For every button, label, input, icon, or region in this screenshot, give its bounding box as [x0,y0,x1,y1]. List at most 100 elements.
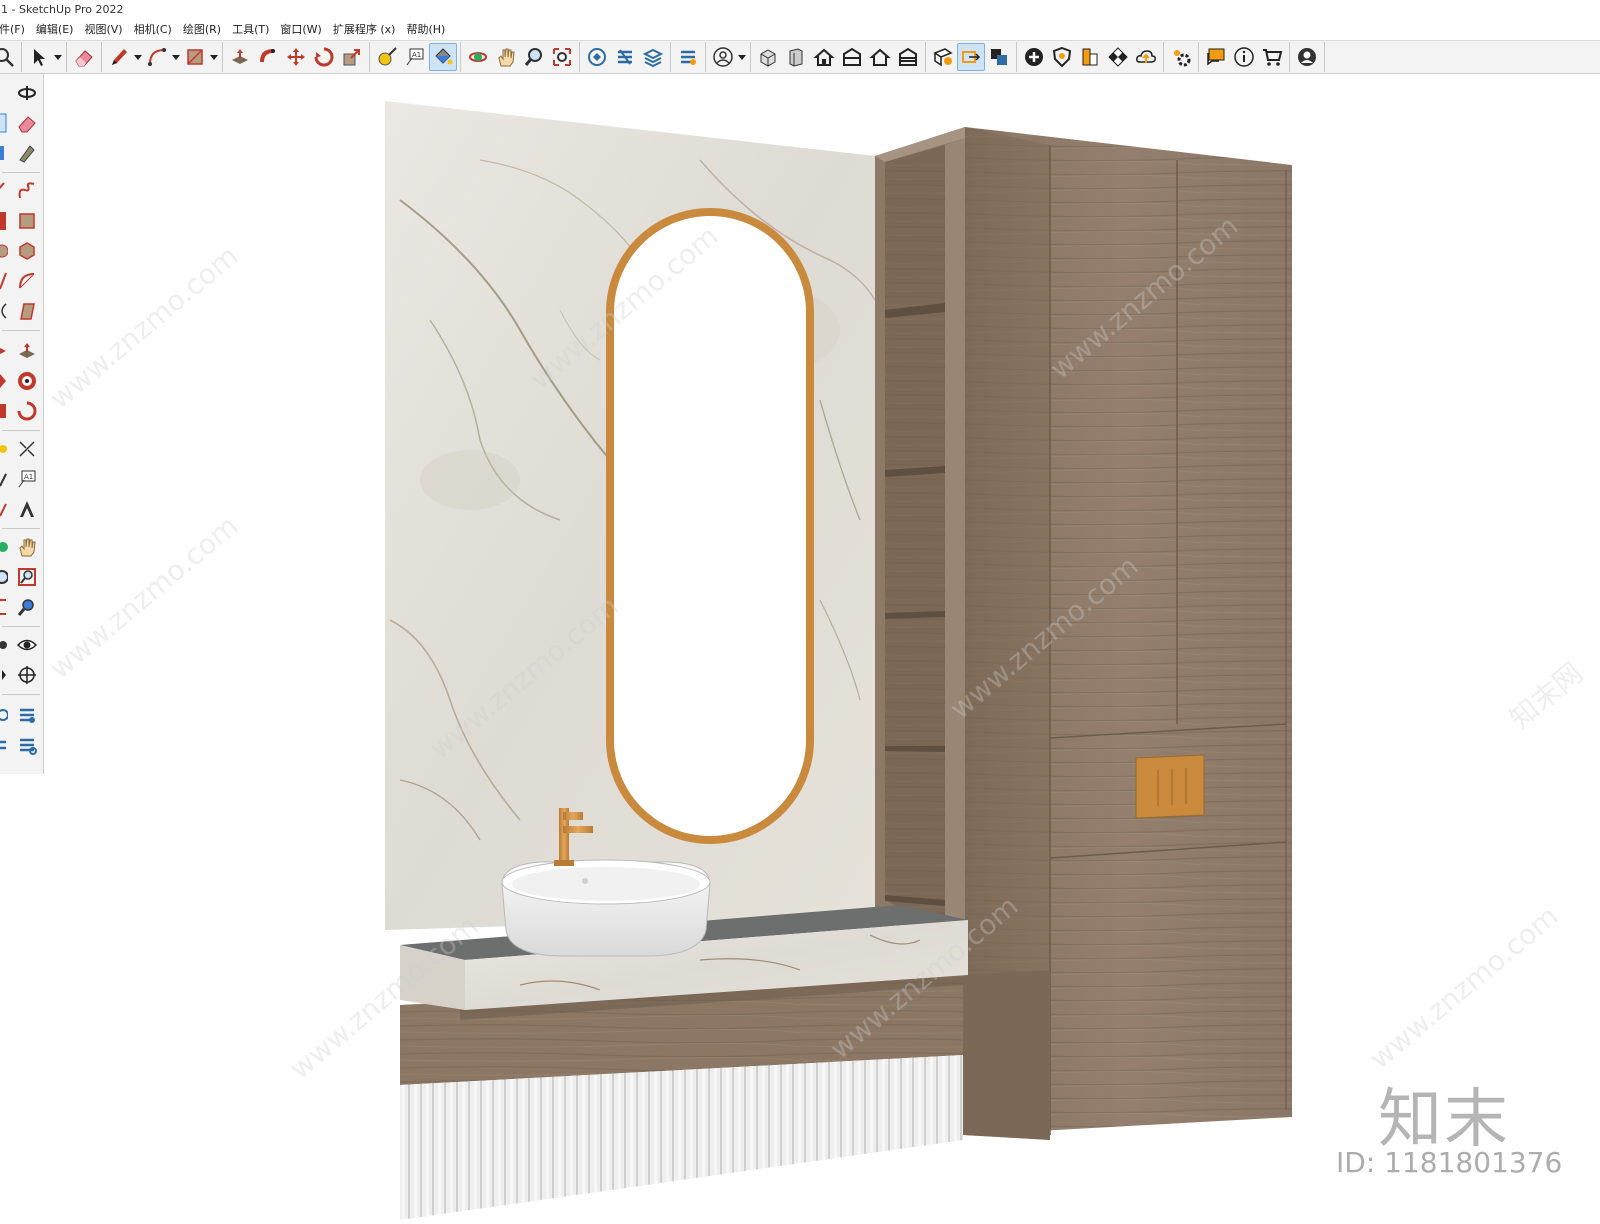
cart-icon[interactable] [1258,43,1286,71]
scale-icon[interactable] [338,43,366,71]
left-toolbar: A1 [0,74,44,774]
left-view-icon[interactable] [894,43,922,71]
follow-me-icon[interactable] [12,367,42,395]
sandbox-icon[interactable] [674,43,702,71]
left-tool-row [0,266,44,296]
cloud-icon[interactable] [1132,43,1160,71]
left-tool-row [0,434,44,464]
select-arrow-icon[interactable] [25,43,53,71]
back-view-icon[interactable] [866,43,894,71]
section-plane-icon[interactable] [929,43,957,71]
menu-camera[interactable]: 相机(C) [129,21,178,39]
zoom-window-icon[interactable] [12,563,42,591]
menu-draw[interactable]: 绘图(R) [178,21,227,39]
section-cut-icon[interactable] [985,43,1013,71]
rotate-icon[interactable] [310,43,338,71]
rectangle-icon[interactable] [12,207,42,235]
warehouse-icon[interactable] [583,43,611,71]
rectangle-icon[interactable] [181,43,209,71]
3d-text-icon[interactable] [12,495,42,523]
zoom-previous-icon[interactable] [12,593,42,621]
paint-bucket-icon[interactable] [12,139,42,167]
line-dropdown-chevron-icon[interactable] [133,43,143,71]
rotated-rectangle-icon[interactable] [12,297,42,325]
front-view-icon[interactable] [810,43,838,71]
left-tool-row: A1 [0,464,44,494]
model-viewport[interactable]: www.znzmo.com www.znzmo.com www.znzmo.co… [45,75,1600,1224]
shield-icon[interactable] [1048,43,1076,71]
left-tool-row [0,700,44,730]
window-title: 1 - SketchUp Pro 2022 [1,3,124,16]
left-tool-row [0,206,44,236]
svg-text:www.znzmo.com: www.znzmo.com [45,239,244,415]
move-icon[interactable] [282,43,310,71]
extension-icon[interactable] [12,731,42,759]
pie-icon[interactable] [12,267,42,295]
freehand-icon[interactable] [12,177,42,205]
model-id-label: ID: 1181801376 [1336,1146,1563,1179]
iso-view-icon[interactable] [754,43,782,71]
user-icon[interactable] [1293,43,1321,71]
left-tool-row [0,592,44,622]
top-view-icon[interactable] [782,43,810,71]
svg-text:www.znzmo.com: www.znzmo.com [1363,899,1564,1075]
pan-icon[interactable] [492,43,520,71]
message-icon[interactable] [1202,43,1230,71]
left-tool-row [0,108,44,138]
warehouse-icon[interactable] [12,701,42,729]
pencil-line-icon[interactable] [105,43,133,71]
scale-icon[interactable] [12,397,42,425]
svg-text:A1: A1 [412,51,421,59]
sketchup-window: 1 - SketchUp Pro 2022 件(F) 编辑(E) 视图(V) 相… [0,0,1600,1224]
left-tool-row [0,494,44,524]
arc-icon[interactable] [143,43,171,71]
account-dropdown-chevron-icon[interactable] [737,43,747,71]
left-tool-row [0,336,44,366]
open-shelf-unit [875,127,965,948]
menu-edit[interactable]: 编辑(E) [31,21,80,39]
menu-help[interactable]: 帮助(H) [401,21,451,39]
add-icon[interactable] [1020,43,1048,71]
arc-dropdown-chevron-icon[interactable] [171,43,181,71]
right-view-icon[interactable] [838,43,866,71]
zoom-icon[interactable] [520,43,548,71]
dimension-icon[interactable] [12,435,42,463]
bathroom-vanity-model: www.znzmo.com www.znzmo.com www.znzmo.co… [45,101,1589,1220]
material-icon[interactable] [1076,43,1104,71]
paint-bucket-icon[interactable] [429,43,457,71]
pan-icon[interactable] [12,533,42,561]
walk-icon[interactable] [12,661,42,689]
tape-measure-icon[interactable] [373,43,401,71]
shape-dropdown-chevron-icon[interactable] [209,43,219,71]
menu-file[interactable]: 件(F) [0,21,31,39]
select-dropdown-chevron-icon[interactable] [53,43,63,71]
checker-icon[interactable] [1104,43,1132,71]
menu-tools[interactable]: 工具(T) [227,21,275,39]
polygon-icon[interactable] [12,237,42,265]
eraser-icon[interactable] [12,109,42,137]
vessel-sink [501,859,711,957]
eraser-icon[interactable] [70,43,98,71]
settings-icon[interactable] [1167,43,1195,71]
account-icon[interactable] [709,43,737,71]
section-display-icon[interactable] [957,43,985,71]
extension-warehouse-icon[interactable] [611,43,639,71]
layout-icon[interactable] [639,43,667,71]
orbit-icon[interactable] [464,43,492,71]
zoom-extents-icon[interactable] [548,43,576,71]
push-pull-icon[interactable] [226,43,254,71]
push-pull-icon[interactable] [12,337,42,365]
menu-view[interactable]: 视图(V) [79,21,128,39]
left-tool-row [0,176,44,206]
text-icon[interactable]: A1 [12,465,42,493]
menu-extensions[interactable]: 扩展程序 (x) [328,21,402,39]
left-tool-row [0,236,44,266]
left-tool-row [0,138,44,168]
follow-me-icon[interactable] [254,43,282,71]
eye-icon[interactable] [12,631,42,659]
orbit-icon[interactable] [12,79,42,107]
info-icon[interactable] [1230,43,1258,71]
search-icon[interactable] [0,43,18,71]
menu-window[interactable]: 窗口(W) [275,21,327,39]
text-icon[interactable]: A1 [401,43,429,71]
